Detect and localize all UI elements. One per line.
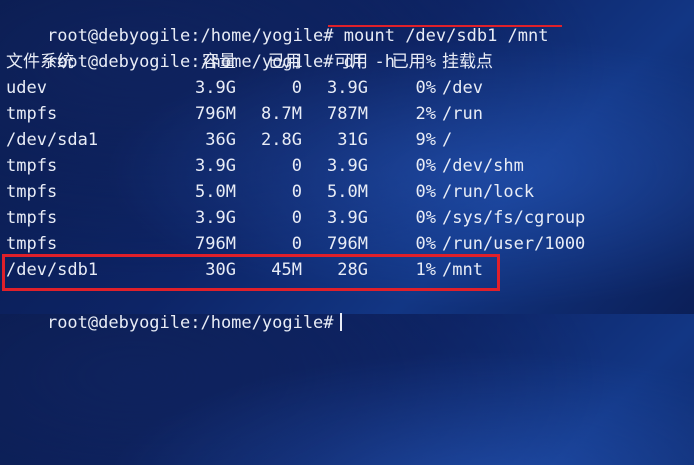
df-row: tmpfs 3.9G 0 3.9G 0% /sys/fs/cgroup [6,205,686,231]
cell-filesystem: tmpfs [6,156,58,176]
cell-use-pct: 2% [415,104,436,124]
cell-use-pct: 0% [415,208,436,228]
cell-used: 2.8G [261,130,302,150]
cell-used: 0 [291,156,302,176]
cell-use-pct: 0% [415,78,436,98]
df-row-highlighted: /dev/sdb1 30G 45M 28G 1% /mnt [6,257,686,283]
cell-mounted-on: /sys/fs/cgroup [442,208,586,228]
header-used: 已用 [268,52,302,72]
cell-avail: 28G [337,260,368,280]
cell-used: 8.7M [261,104,302,124]
df-header-row: 文件系统 容量 已用 可用 已用% 挂载点 [6,49,686,75]
cell-mounted-on: / [442,130,453,150]
cell-used: 45M [271,260,302,280]
text-cursor [339,313,342,331]
cell-filesystem: /dev/sda1 [6,130,99,150]
cell-avail: 3.9G [327,208,368,228]
cell-use-pct: 1% [415,260,436,280]
cell-used: 0 [291,182,302,202]
cell-filesystem: tmpfs [6,208,58,228]
df-row: udev 3.9G 0 3.9G 0% /dev [6,75,686,101]
cell-use-pct: 0% [415,182,436,202]
header-mounted-on: 挂载点 [442,52,493,72]
cell-size: 36G [205,130,236,150]
df-row: tmpfs 5.0M 0 5.0M 0% /run/lock [6,179,686,205]
cell-size: 3.9G [195,156,236,176]
cell-used: 0 [291,78,302,98]
cell-filesystem: tmpfs [6,182,58,202]
cell-avail: 3.9G [327,78,368,98]
header-filesystem: 文件系统 [6,52,74,72]
cell-avail: 3.9G [327,156,368,176]
cell-size: 3.9G [195,208,236,228]
header-use-pct: 已用% [391,52,436,72]
cell-mounted-on: /run [442,104,483,124]
cell-size: 796M [195,104,236,124]
cell-filesystem: /dev/sdb1 [6,260,99,280]
cell-avail: 31G [337,130,368,150]
header-size: 容量 [202,52,236,72]
cell-size: 30G [205,260,236,280]
cell-filesystem: udev [6,78,47,98]
header-avail: 可用 [334,52,368,72]
command-line-df: root@debyogile:/home/yogile# df -h [6,23,395,72]
df-row: /dev/sda1 36G 2.8G 31G 9% / [6,127,686,153]
terminal-window[interactable]: root@debyogile:/home/yogile# mount /dev/… [2,0,694,333]
cell-size: 3.9G [195,78,236,98]
shell-prompt: root@debyogile:/home/yogile# [46,313,334,333]
cell-mounted-on: /dev [442,78,483,98]
cell-avail: 5.0M [327,182,368,202]
cell-avail: 787M [327,104,368,124]
df-row: tmpfs 796M 8.7M 787M 2% /run [6,101,686,127]
cell-mounted-on: /mnt [442,260,483,280]
cell-mounted-on: /run/lock [442,182,535,202]
command-line-mount: root@debyogile:/home/yogile# mount /dev/… [6,0,549,46]
cell-use-pct: 0% [415,156,436,176]
cell-mounted-on: /dev/shm [442,156,524,176]
cell-size: 5.0M [195,182,236,202]
cell-filesystem: tmpfs [6,104,58,124]
command-line-current[interactable]: root@debyogile:/home/yogile# [6,284,342,333]
cell-used: 0 [291,208,302,228]
df-row: tmpfs 3.9G 0 3.9G 0% /dev/shm [6,153,686,179]
cell-use-pct: 9% [415,130,436,150]
